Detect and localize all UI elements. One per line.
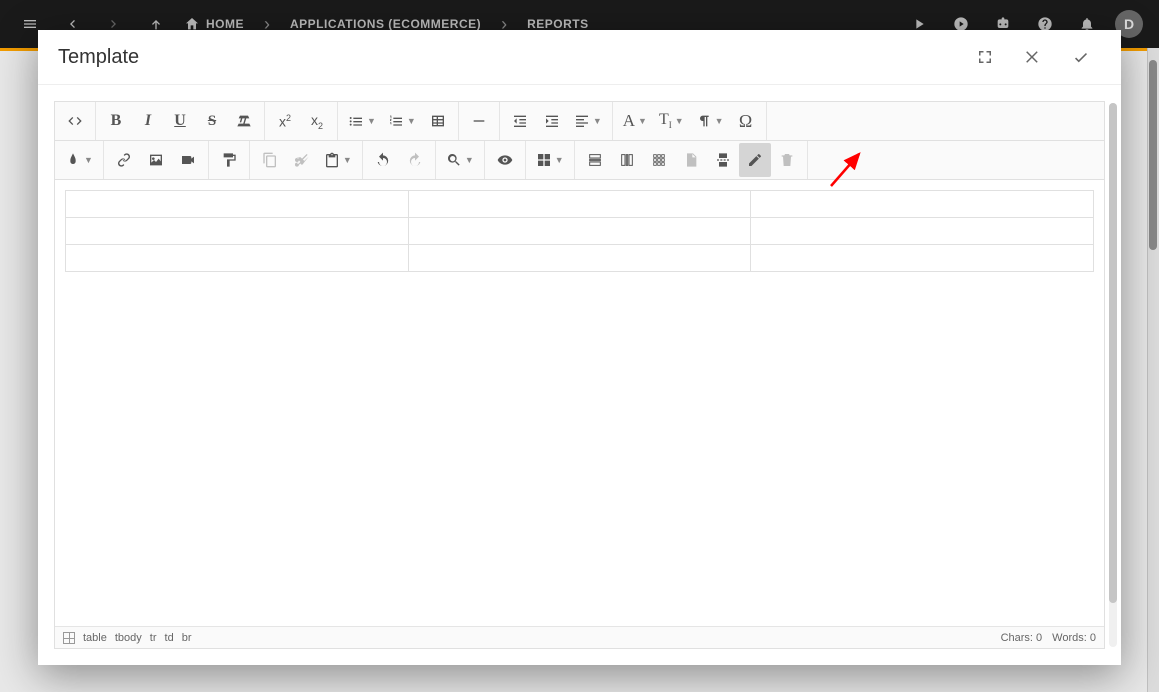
chevron-down-icon: ▼	[715, 116, 724, 126]
undo-button[interactable]	[367, 143, 399, 177]
delete-button	[771, 143, 803, 177]
strikethrough-button[interactable]: S	[196, 104, 228, 138]
chevron-down-icon: ▼	[555, 155, 564, 165]
clear-format-button[interactable]	[228, 104, 260, 138]
status-crumb[interactable]: br	[182, 632, 192, 644]
superscript-button[interactable]: x2	[269, 104, 301, 138]
grid-icon[interactable]	[63, 632, 75, 644]
table-cell[interactable]	[408, 191, 751, 218]
paragraph-format-button[interactable]: ▼	[690, 104, 730, 138]
underline-button[interactable]: U	[164, 104, 196, 138]
insert-row-button[interactable]	[579, 143, 611, 177]
status-crumb[interactable]: td	[165, 632, 174, 644]
link-button[interactable]	[108, 143, 140, 177]
zoom-button[interactable]: ▼	[440, 143, 480, 177]
content-table[interactable]	[65, 190, 1094, 272]
editor-content[interactable]	[55, 180, 1104, 626]
video-button[interactable]	[172, 143, 204, 177]
italic-label: I	[145, 112, 151, 130]
editor-toolbar-row2: ▼ ▼	[55, 141, 1104, 180]
highlight-button[interactable]: ▼	[59, 143, 99, 177]
italic-button[interactable]: I	[132, 104, 164, 138]
table-row[interactable]	[66, 245, 1094, 272]
table-cell[interactable]	[751, 218, 1094, 245]
chevron-down-icon: ▼	[593, 116, 602, 126]
outdent-button[interactable]	[504, 104, 536, 138]
subscript-button[interactable]: x2	[301, 104, 333, 138]
chevron-down-icon: ▼	[367, 116, 376, 126]
modal-scroll-thumb[interactable]	[1109, 103, 1117, 603]
page-button	[675, 143, 707, 177]
status-crumb[interactable]: table	[83, 632, 107, 644]
omega-label: Ω	[739, 111, 752, 132]
bold-label: B	[111, 112, 122, 130]
chevron-down-icon: ▼	[675, 116, 684, 126]
edit-button[interactable]	[739, 143, 771, 177]
font-a-label: A	[623, 111, 635, 131]
table-cell[interactable]	[408, 245, 751, 272]
underline-label: U	[174, 112, 186, 130]
html-source-button[interactable]	[59, 104, 91, 138]
ordered-list-button[interactable]: ▼	[382, 104, 422, 138]
chars-counter: Chars: 0	[1001, 632, 1043, 644]
fullscreen-button[interactable]	[965, 37, 1005, 77]
chevron-down-icon: ▼	[84, 155, 93, 165]
modal-title: Template	[58, 46, 957, 69]
format-painter-button[interactable]	[213, 143, 245, 177]
modal-scrollbar[interactable]	[1109, 103, 1117, 647]
table-cell[interactable]	[66, 191, 409, 218]
bold-button[interactable]: B	[100, 104, 132, 138]
table-cell[interactable]	[751, 191, 1094, 218]
special-char-button[interactable]: Ω	[730, 104, 762, 138]
table-row[interactable]	[66, 191, 1094, 218]
grid-button[interactable]	[643, 143, 675, 177]
table-cell[interactable]	[66, 245, 409, 272]
editor-statusbar: table tbody tr td br Chars: 0 Words: 0	[55, 626, 1104, 648]
strike-label: S	[208, 113, 216, 130]
words-counter: Words: 0	[1052, 632, 1096, 644]
chevron-down-icon: ▼	[465, 155, 474, 165]
redo-button	[399, 143, 431, 177]
copy-button	[254, 143, 286, 177]
page-break-button[interactable]	[707, 143, 739, 177]
horizontal-rule-button[interactable]	[463, 104, 495, 138]
indent-button[interactable]	[536, 104, 568, 138]
table-cell[interactable]	[751, 245, 1094, 272]
chevron-down-icon: ▼	[638, 116, 647, 126]
template-modal: Template B I U S	[38, 30, 1121, 665]
table-button[interactable]	[422, 104, 454, 138]
chevron-down-icon: ▼	[407, 116, 416, 126]
preview-button[interactable]	[489, 143, 521, 177]
font-size-button[interactable]: TI▼	[653, 104, 690, 138]
font-color-button[interactable]: A▼	[617, 104, 653, 138]
table-cell[interactable]	[66, 218, 409, 245]
status-crumb[interactable]: tbody	[115, 632, 142, 644]
image-button[interactable]	[140, 143, 172, 177]
close-button[interactable]	[1013, 37, 1053, 77]
paste-button[interactable]: ▼	[318, 143, 358, 177]
insert-col-button[interactable]	[611, 143, 643, 177]
table-cell[interactable]	[408, 218, 751, 245]
rich-text-editor: B I U S x2 x2 ▼ ▼	[54, 101, 1105, 649]
confirm-button[interactable]	[1061, 37, 1101, 77]
unordered-list-button[interactable]: ▼	[342, 104, 382, 138]
status-crumb[interactable]: tr	[150, 632, 157, 644]
cut-button	[286, 143, 318, 177]
blocks-button[interactable]: ▼	[530, 143, 570, 177]
align-button[interactable]: ▼	[568, 104, 608, 138]
chevron-down-icon: ▼	[343, 155, 352, 165]
editor-toolbar-row1: B I U S x2 x2 ▼ ▼	[55, 102, 1104, 141]
table-row[interactable]	[66, 218, 1094, 245]
